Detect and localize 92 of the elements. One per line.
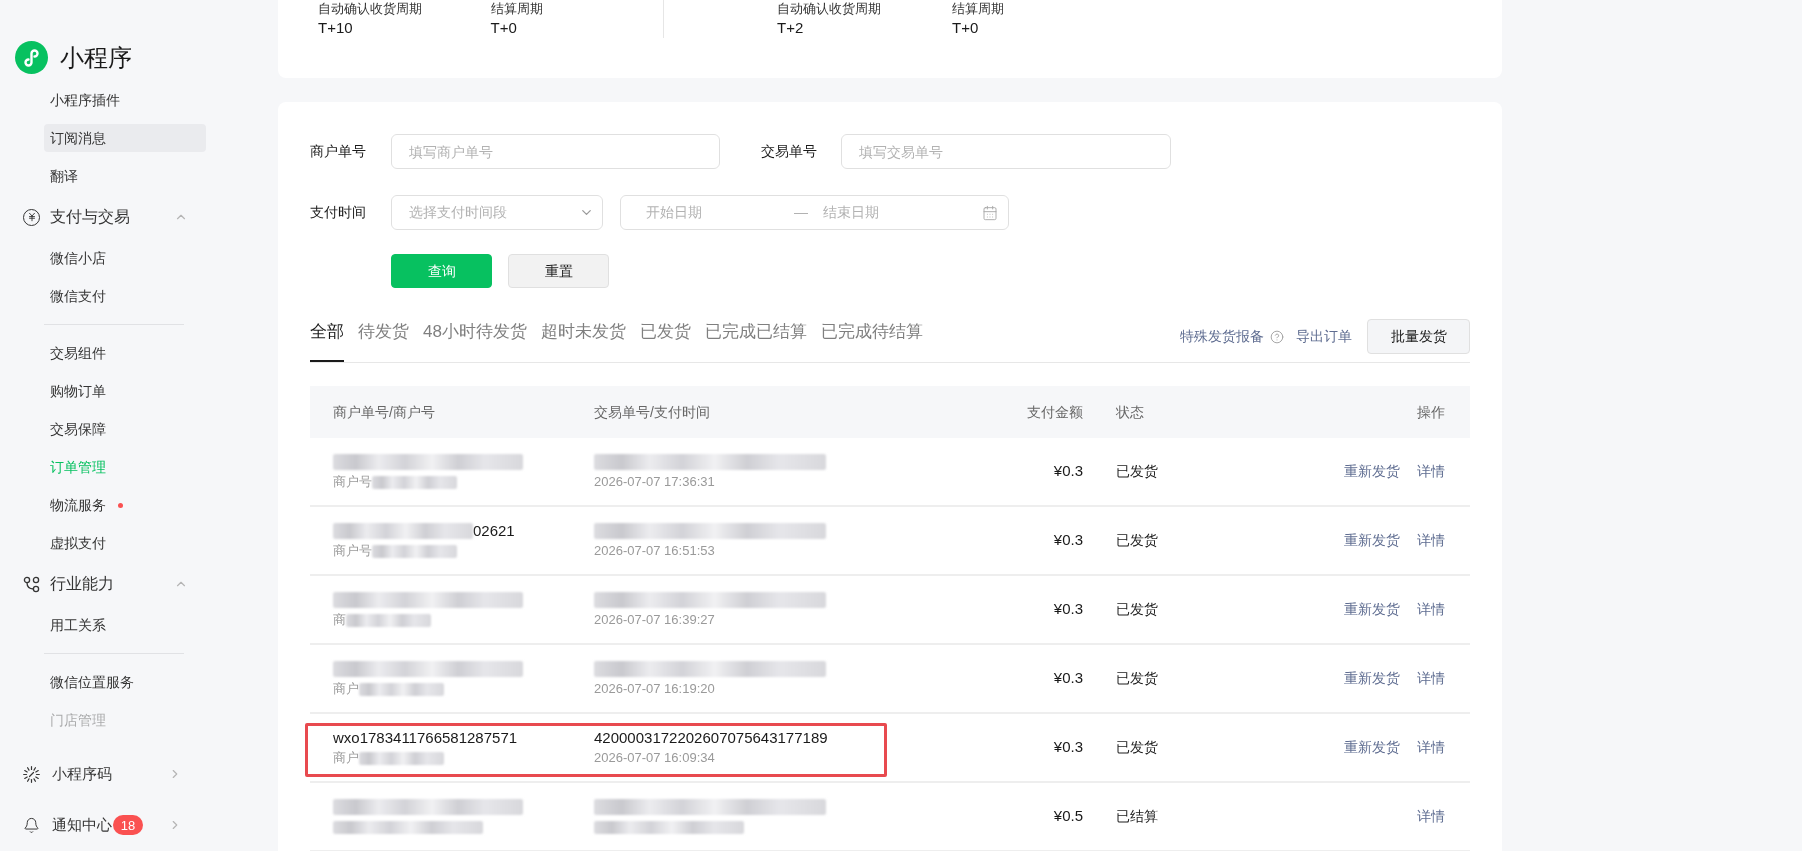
sidebar-footer-item[interactable]: 通知中心 18 [20, 805, 206, 845]
column-header: 状态 [1116, 402, 1144, 422]
setting-label: 结算周期 [490, 0, 544, 17]
setting-value: T+2 [777, 18, 805, 38]
column-header: 交易单号/支付时间 [594, 402, 710, 422]
order-number: 02621 [473, 520, 515, 541]
action-link[interactable]: 重新发货 [1344, 461, 1400, 482]
tab[interactable]: 待发货 [358, 318, 409, 362]
sidebar-item[interactable]: 交易组件 [44, 339, 206, 367]
tab[interactable]: 已发货 [639, 318, 691, 362]
status: 已结算 [1116, 807, 1158, 826]
start-date-input[interactable]: 开始日期 [646, 202, 766, 223]
transaction-number: 4200003172202607075643177189 [594, 727, 828, 748]
amount: ¥0.3 [1053, 668, 1083, 689]
range-separator: — [794, 203, 809, 222]
tab[interactable]: 已完成已结算 [704, 318, 807, 362]
pay-time: 2026-07-07 16:09:34 [594, 749, 715, 768]
batch-ship-button[interactable]: 批量发货 [1367, 319, 1470, 354]
calendar-icon [982, 204, 998, 221]
bell-icon [23, 816, 40, 834]
column-header: 商户单号/商户号 [333, 402, 435, 422]
sunburst-icon [23, 765, 40, 783]
action-link[interactable]: 详情 [1417, 599, 1445, 620]
action-link[interactable]: 重新发货 [1344, 599, 1400, 620]
pay-time: 2026-07-07 16:19:20 [594, 680, 715, 699]
column-header: 支付金额 [1027, 402, 1083, 422]
tab[interactable]: 全部 [310, 318, 344, 362]
sidebar-footer-item[interactable]: 小程序码 [20, 754, 206, 794]
sidebar-group-header[interactable]: 行业能力 [20, 567, 206, 601]
sidebar-item[interactable]: 微信位置服务 [44, 668, 206, 696]
help-icon[interactable] [1270, 329, 1284, 344]
notification-badge: 18 [113, 815, 143, 835]
action-link[interactable]: 重新发货 [1344, 530, 1400, 551]
app-title: 小程序 [60, 45, 132, 70]
sidebar-item[interactable]: 物流服务 [44, 491, 206, 519]
merchant-number: 商户号 [333, 542, 372, 561]
field-label: 交易单号 [761, 142, 818, 161]
action-link[interactable]: 详情 [1417, 461, 1445, 482]
setting-label: 自动确认收货周期 [777, 0, 882, 17]
status: 已发货 [1116, 600, 1158, 619]
toolbar-link[interactable]: 特殊发货报备 [1180, 326, 1264, 347]
setting-value: T+0 [952, 18, 980, 38]
amount: ¥0.3 [1053, 461, 1083, 482]
amount: ¥0.3 [1053, 737, 1083, 758]
app-logo-icon [15, 41, 48, 74]
pay-time: 2026-07-07 16:51:53 [594, 542, 715, 561]
order-number: wxo1783411766581287571 [333, 727, 518, 748]
amount: ¥0.3 [1053, 599, 1083, 620]
sidebar-item[interactable]: 翻译 [44, 162, 206, 190]
merchant-number: 商户 [333, 680, 359, 699]
merchant-number: 商户号 [333, 473, 372, 492]
sidebar-item[interactable]: 交易保障 [44, 415, 206, 443]
action-link[interactable]: 重新发货 [1344, 737, 1400, 758]
status: 已发货 [1116, 531, 1158, 550]
setting-value: T+10 [318, 18, 354, 38]
setting-label: 结算周期 [952, 0, 1005, 17]
sidebar-item[interactable]: 微信支付 [44, 282, 206, 310]
status: 已发货 [1116, 462, 1158, 481]
reset-button[interactable]: 重置 [508, 254, 609, 288]
pay-time: 2026-07-07 17:36:31 [594, 473, 715, 492]
merchant-number: 商户 [333, 749, 359, 768]
transaction-id-input[interactable]: 填写交易单号 [841, 134, 1171, 169]
tab[interactable]: 已完成待结算 [820, 318, 923, 362]
amount: ¥0.3 [1053, 530, 1083, 551]
sidebar-item[interactable]: 用工关系 [44, 611, 206, 639]
field-label: 支付时间 [310, 203, 367, 222]
sidebar-item[interactable]: 订阅消息 [44, 124, 206, 152]
action-link[interactable]: 重新发货 [1344, 668, 1400, 689]
column-header: 操作 [1417, 402, 1445, 422]
merchant-number: 商 [333, 611, 346, 630]
tab[interactable]: 超时未发货 [540, 318, 626, 362]
setting-value: T+0 [490, 18, 518, 38]
amount: ¥0.5 [1053, 806, 1083, 827]
field-label: 商户单号 [310, 142, 367, 161]
sidebar-item[interactable]: 微信小店 [44, 244, 206, 272]
sidebar-group-header[interactable]: 支付与交易 [20, 200, 206, 234]
end-date-input[interactable]: 结束日期 [823, 202, 943, 223]
status: 已发货 [1116, 669, 1158, 688]
sidebar-item[interactable]: 小程序插件 [44, 86, 206, 114]
sidebar-item[interactable]: 虚拟支付 [44, 529, 206, 557]
tab[interactable]: 48小时待发货 [423, 318, 527, 362]
merchant-order-input[interactable]: 填写商户单号 [391, 134, 720, 169]
sidebar-item[interactable]: 购物订单 [44, 377, 206, 405]
pay-time: 2026-07-07 16:39:27 [594, 611, 715, 630]
action-link[interactable]: 详情 [1417, 737, 1445, 758]
action-link[interactable]: 详情 [1417, 530, 1445, 551]
nodes-icon [23, 575, 40, 593]
setting-label: 自动确认收货周期 [318, 0, 423, 17]
action-link[interactable]: 详情 [1417, 668, 1445, 689]
action-link[interactable]: 详情 [1417, 806, 1445, 827]
status: 已发货 [1116, 738, 1158, 757]
toolbar-link[interactable]: 导出订单 [1296, 326, 1352, 347]
